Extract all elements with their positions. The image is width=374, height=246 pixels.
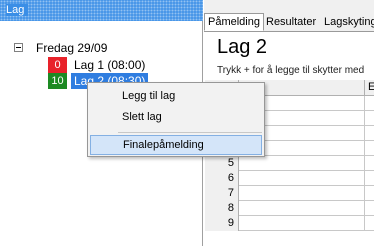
page-title: Lag 2: [217, 36, 268, 58]
context-menu: Legg til lag Slett lag Finalepåmelding: [87, 82, 265, 157]
table-row[interactable]: 6: [205, 171, 374, 186]
hint-text: Trykk + for å legge til skytter med: [217, 65, 365, 76]
table-row[interactable]: 5: [205, 156, 374, 171]
menu-item-add-team[interactable]: Legg til lag: [90, 86, 262, 106]
row-number: 7: [205, 186, 239, 201]
menu-item-final-registration[interactable]: Finalepåmelding: [90, 135, 262, 155]
table-row[interactable]: 8: [205, 201, 374, 216]
row-number: 5: [205, 156, 239, 171]
tab-resultater[interactable]: Resultater: [262, 13, 320, 31]
table-row[interactable]: 7: [205, 186, 374, 201]
row-number: 6: [205, 171, 239, 186]
team-panel-header: Lag: [0, 0, 203, 21]
table-cell[interactable]: [240, 156, 365, 171]
menu-separator: [118, 132, 262, 133]
tree-item-label: Lag 1 (08:00): [74, 58, 146, 72]
collapse-icon[interactable]: [14, 43, 23, 52]
team-count-badge: 0: [48, 57, 67, 73]
tree-date-label: Fredag 29/09: [36, 41, 108, 55]
tab-pamelding[interactable]: Påmelding: [204, 13, 264, 31]
table-cell[interactable]: [240, 171, 365, 186]
tab-lagskyting[interactable]: Lagskyting: [320, 13, 374, 31]
table-cell[interactable]: [240, 216, 365, 231]
table-cell[interactable]: [240, 201, 365, 216]
row-number: 9: [205, 216, 239, 231]
grid-column-header-e[interactable]: E: [366, 80, 374, 96]
menu-item-delete-team[interactable]: Slett lag: [90, 107, 262, 127]
team-count-badge: 10: [48, 73, 67, 89]
table-cell[interactable]: [240, 186, 365, 201]
row-number: 8: [205, 201, 239, 216]
team-panel-title: Lag: [6, 4, 29, 16]
table-row[interactable]: 9: [205, 216, 374, 231]
